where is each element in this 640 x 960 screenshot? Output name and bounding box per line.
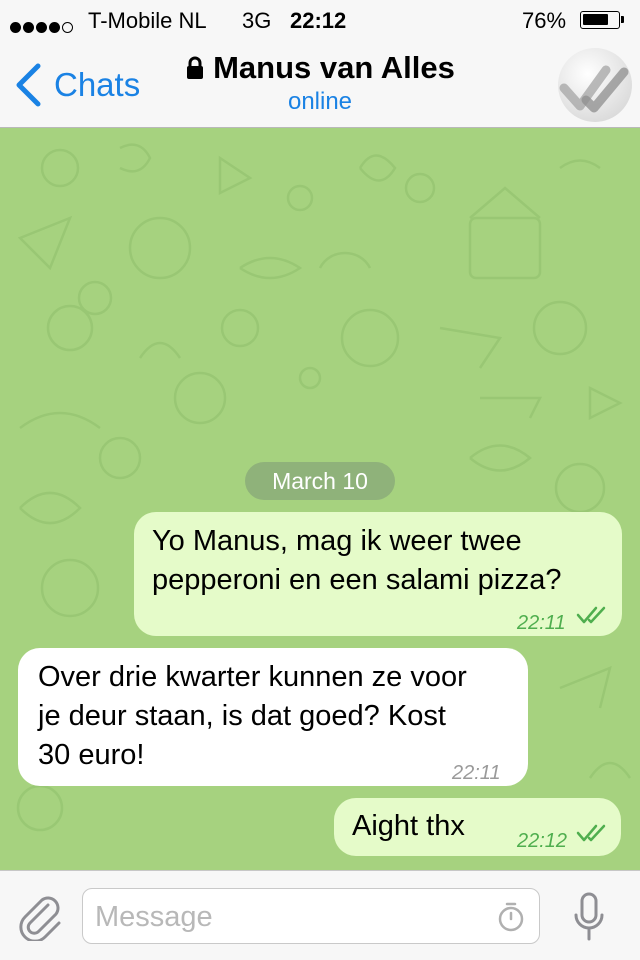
message-bubble-outgoing[interactable]: Yo Manus, mag ik weer twee pepperoni en …	[134, 512, 622, 636]
message-composer	[0, 870, 640, 960]
status-bar: T-Mobile NL 3G 22:12 76%	[0, 0, 640, 40]
chat-title-block[interactable]: Manus van Alles online	[0, 50, 640, 116]
message-bubble-outgoing[interactable]: Aight thx 22:12	[334, 798, 621, 856]
carrier-name: T-Mobile NL	[88, 8, 207, 33]
battery-percentage: 76%	[522, 8, 567, 33]
timer-icon[interactable]	[495, 901, 527, 933]
message-text-line: Yo Manus, mag ik weer twee	[152, 525, 522, 557]
contact-status: online	[287, 88, 353, 115]
network-type: 3G	[242, 8, 272, 33]
double-check-icon	[576, 606, 606, 624]
lock-icon	[187, 56, 204, 79]
message-text-line: je deur staan, is dat goed? Kost	[38, 700, 446, 732]
message-time: 22:11	[452, 762, 501, 784]
date-separator: March 10	[245, 462, 395, 500]
paperclip-icon[interactable]	[18, 893, 62, 941]
message-bubble-incoming[interactable]: Over drie kwarter kunnen ze voor je deur…	[18, 648, 528, 786]
message-time: 22:12	[517, 830, 568, 852]
message-input[interactable]	[93, 895, 487, 939]
microphone-icon[interactable]	[572, 891, 606, 943]
message-text-line: pepperoni en een salami pizza?	[152, 564, 562, 596]
message-time: 22:11	[517, 612, 566, 634]
avatar[interactable]	[558, 48, 632, 122]
message-text-line: 30 euro!	[38, 739, 145, 771]
signal-strength-icon	[10, 13, 75, 39]
message-input-box[interactable]	[82, 888, 540, 944]
message-text-line: Aight thx	[352, 810, 465, 842]
chat-header: Chats Manus van Alles online	[0, 40, 640, 128]
message-text-line: Over drie kwarter kunnen ze voor	[38, 661, 467, 693]
status-time: 22:12	[290, 8, 347, 33]
chat-area[interactable]: March 10 Yo Manus, mag ik weer twee pepp…	[0, 128, 640, 870]
battery-icon	[580, 11, 624, 29]
double-check-icon	[576, 824, 606, 842]
contact-name: Manus van Alles	[213, 50, 455, 85]
